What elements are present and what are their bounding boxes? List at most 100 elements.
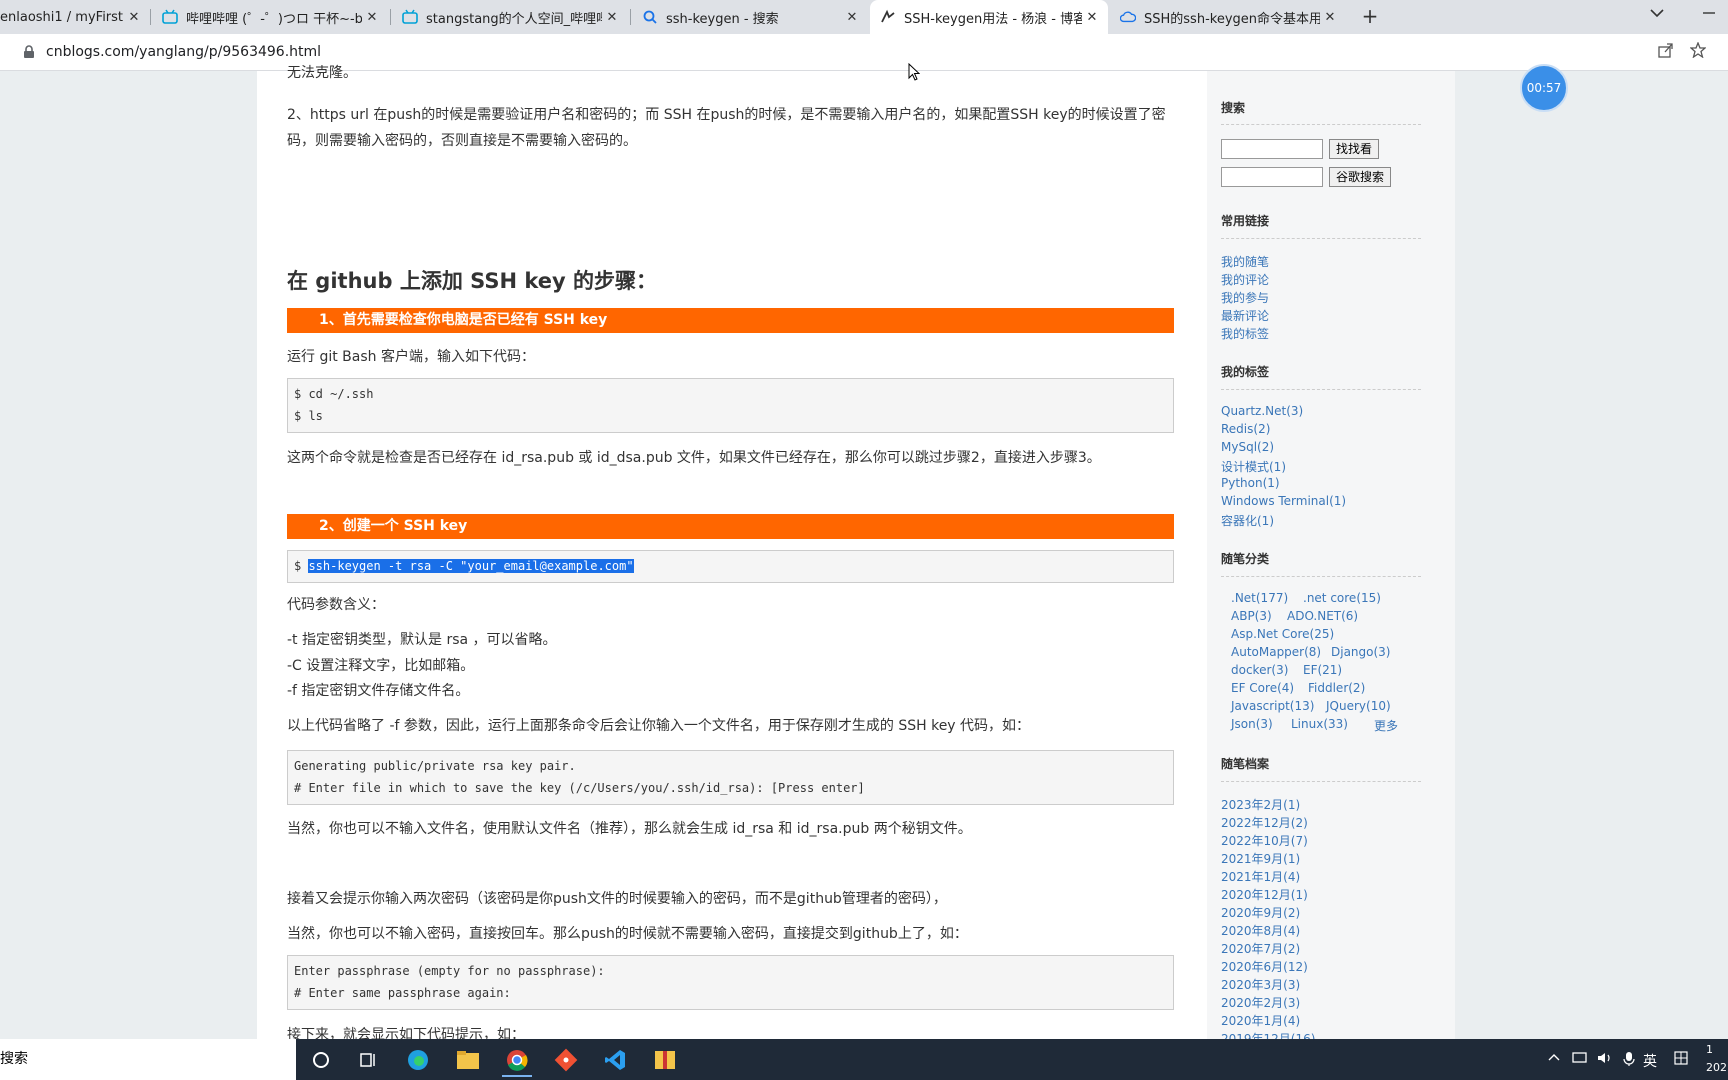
chrome-icon[interactable] [502, 1045, 532, 1077]
lock-icon[interactable] [22, 45, 36, 59]
tag-link[interactable]: Windows Terminal(1) [1221, 494, 1346, 508]
category-link[interactable]: Django(3) [1331, 645, 1391, 659]
category-link[interactable]: JQuery(10) [1326, 699, 1391, 713]
close-icon[interactable]: ✕ [1320, 10, 1340, 25]
tab-cnblogs-active[interactable]: SSH-keygen用法 - 杨浪 - 博客园 ✕ [870, 0, 1108, 34]
link-my-participation[interactable]: 我的参与 [1221, 289, 1269, 306]
tab-gitee[interactable]: enlaoshi1 / myFirst · G ✕ [0, 0, 150, 34]
mouse-cursor-icon [908, 63, 920, 81]
tag-link[interactable]: 容器化(1) [1221, 512, 1274, 529]
archive-link[interactable]: 2020年9月(2) [1221, 904, 1300, 921]
close-icon[interactable]: ✕ [362, 10, 382, 25]
category-link[interactable]: ADO.NET(6) [1287, 609, 1358, 623]
paragraph: 代码参数含义： [287, 597, 385, 613]
more-categories-link[interactable]: 更多 [1374, 717, 1398, 734]
tab-search-chevron-icon[interactable] [1650, 6, 1664, 22]
ime-mode-icon[interactable] [1674, 1051, 1688, 1069]
link-latest-comments[interactable]: 最新评论 [1221, 307, 1269, 324]
code-block[interactable]: $ ssh-keygen -t rsa -C "your_email@examp… [287, 550, 1174, 583]
bookmark-star-icon[interactable] [1689, 41, 1707, 62]
selected-text[interactable]: ssh-keygen -t rsa -C "your_email@example… [308, 559, 634, 573]
archive-link[interactable]: 2021年9月(1) [1221, 850, 1300, 867]
microphone-icon[interactable] [1623, 1051, 1635, 1071]
category-link[interactable]: .net core(15) [1303, 591, 1381, 605]
tab-bing-search[interactable]: ssh-keygen - 搜索 ✕ [632, 0, 868, 34]
param-line: -t 指定密钥类型，默认是 rsa ，可以省略。 [287, 632, 557, 648]
network-icon[interactable] [1572, 1051, 1588, 1069]
url-path: /yanglang/p/9563496.html [134, 44, 322, 60]
category-link[interactable]: Json(3) [1231, 717, 1273, 731]
category-link[interactable]: .Net(177) [1231, 591, 1288, 605]
tab-divider [390, 9, 391, 25]
category-link[interactable]: AutoMapper(8) [1231, 645, 1321, 659]
category-link[interactable]: Fiddler(2) [1308, 681, 1365, 695]
close-icon[interactable]: ✕ [602, 10, 622, 25]
ime-indicator[interactable]: 英 [1643, 1051, 1657, 1071]
code-line[interactable]: $ ssh-keygen -t rsa -C "your_email@examp… [294, 555, 1167, 577]
code-block: $ cd ~/.ssh $ ls [287, 378, 1174, 433]
divider [1221, 238, 1421, 239]
archive-link[interactable]: 2020年12月(1) [1221, 886, 1308, 903]
share-icon[interactable] [1658, 42, 1674, 62]
tab-bilibili-space[interactable]: stangstang的个人空间_哔哩哔哩 ✕ [392, 0, 628, 34]
bilibili-icon [162, 9, 178, 25]
category-link[interactable]: Javascript(13) [1231, 699, 1314, 713]
category-link[interactable]: docker(3) [1231, 663, 1288, 677]
recording-timer-badge[interactable]: 00:57 [1520, 64, 1568, 112]
category-link[interactable]: EF(21) [1303, 663, 1342, 677]
link-my-comments[interactable]: 我的评论 [1221, 271, 1269, 288]
git-icon[interactable] [551, 1045, 581, 1075]
archive-link[interactable]: 2020年7月(2) [1221, 940, 1300, 957]
file-explorer-icon[interactable] [453, 1045, 483, 1075]
archive-link[interactable]: 2020年2月(3) [1221, 994, 1300, 1011]
archive-link[interactable]: 2021年1月(4) [1221, 868, 1300, 885]
edge-icon[interactable] [403, 1045, 433, 1075]
tag-link[interactable]: Python(1) [1221, 476, 1280, 490]
link-my-posts[interactable]: 我的随笔 [1221, 253, 1269, 270]
google-search-input[interactable] [1221, 167, 1323, 187]
tag-link[interactable]: MySql(2) [1221, 440, 1274, 454]
tab-title: SSH-keygen用法 - 杨浪 - 博客园 [904, 11, 1082, 27]
tray-chevron-up-icon[interactable] [1548, 1051, 1560, 1066]
tab-ssh-keygen-usage[interactable]: SSH的ssh-keygen命令基本用法 ✕ [1110, 0, 1346, 34]
paragraph: 运行 git Bash 客户端，输入如下代码： [287, 349, 535, 365]
archive-link[interactable]: 2023年2月(1) [1221, 796, 1300, 813]
volume-icon[interactable] [1597, 1051, 1613, 1069]
tab-bilibili[interactable]: 哔哩哔哩 (゜-゜)つロ 干杯~-bilil ✕ [152, 0, 388, 34]
archive-link[interactable]: 2020年6月(12) [1221, 958, 1308, 975]
blog-search-button[interactable]: 找找看 [1329, 139, 1380, 159]
cortana-icon[interactable] [306, 1045, 336, 1075]
new-tab-button[interactable]: + [1358, 4, 1382, 28]
cloud-icon [1120, 9, 1136, 25]
google-search-button[interactable]: 谷歌搜索 [1329, 167, 1392, 187]
category-link[interactable]: EF Core(4) [1231, 681, 1294, 695]
close-icon[interactable]: ✕ [842, 10, 862, 25]
tag-link[interactable]: 设计模式(1) [1221, 458, 1286, 475]
minimize-icon[interactable] [1702, 6, 1716, 22]
sidebar-title-archives: 随笔档案 [1221, 757, 1270, 771]
archive-link[interactable]: 2020年1月(4) [1221, 1012, 1300, 1029]
archive-tool-icon[interactable] [650, 1045, 680, 1075]
divider [1221, 576, 1421, 577]
tag-link[interactable]: Quartz.Net(3) [1221, 404, 1303, 418]
vscode-icon[interactable] [600, 1045, 630, 1075]
category-link[interactable]: ABP(3) [1231, 609, 1272, 623]
archive-link[interactable]: 2022年12月(2) [1221, 814, 1308, 831]
tag-link[interactable]: Redis(2) [1221, 422, 1270, 436]
sidebar-title-links: 常用链接 [1221, 214, 1270, 228]
archive-link[interactable]: 2020年3月(3) [1221, 976, 1300, 993]
archive-link[interactable]: 2020年8月(4) [1221, 922, 1300, 939]
param-line: -C 设置注释文字，比如邮箱。 [287, 658, 475, 674]
close-icon[interactable]: ✕ [124, 10, 144, 25]
close-icon[interactable]: ✕ [1082, 10, 1102, 25]
paragraph: 当然，你也可以不输入文件名，使用默认文件名（推荐），那么就会生成 id_rsa … [287, 821, 972, 837]
paragraph: 接着又会提示你输入两次密码（该密码是你push文件的时候要输入的密码，而不是gi… [287, 891, 947, 907]
link-my-tags[interactable]: 我的标签 [1221, 325, 1269, 342]
archive-link[interactable]: 2022年10月(7) [1221, 832, 1308, 849]
category-link[interactable]: Linux(33) [1291, 717, 1348, 731]
blog-search-input[interactable] [1221, 139, 1323, 159]
clock[interactable]: 1 202 [1706, 1041, 1727, 1077]
taskbar-search-box[interactable]: 搜索 [0, 1039, 296, 1080]
category-link[interactable]: Asp.Net Core(25) [1231, 627, 1334, 641]
task-view-icon[interactable] [353, 1045, 383, 1075]
